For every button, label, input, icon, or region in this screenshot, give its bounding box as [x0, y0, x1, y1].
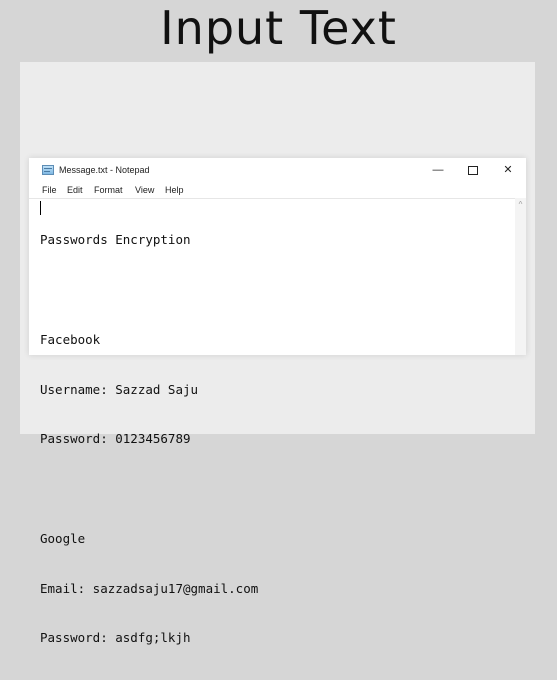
notepad-window: Message.txt - Notepad — ✕ File Edit Form… [29, 158, 526, 645]
maximize-button[interactable] [462, 162, 484, 178]
chevron-up-icon[interactable]: ^ [516, 201, 525, 209]
menu-bar: File Edit Format View Help [29, 183, 526, 197]
text-line: Password: asdfg;lkjh [40, 630, 191, 646]
maximize-icon [468, 166, 478, 175]
text-caret [40, 201, 41, 215]
text-line [40, 481, 258, 498]
text-line: Password: 0123456789 [40, 431, 191, 447]
menu-file[interactable]: File [42, 185, 57, 196]
menu-edit[interactable]: Edit [67, 185, 83, 196]
text-line: Google [40, 530, 86, 546]
text-editor[interactable]: Passwords Encryption Facebook Username: … [29, 198, 515, 645]
close-button[interactable]: ✕ [497, 162, 519, 178]
minimize-button[interactable]: — [427, 162, 449, 178]
window-title: Message.txt - Notepad [59, 165, 150, 175]
menu-view[interactable]: View [135, 185, 154, 196]
vertical-scrollbar[interactable]: ^ [515, 198, 526, 355]
page-heading: Input Text [160, 1, 397, 55]
menu-format[interactable]: Format [94, 185, 123, 196]
notepad-icon [42, 165, 54, 175]
text-line: Email: sazzadsaju17@gmail.com [40, 580, 259, 596]
menu-help[interactable]: Help [165, 185, 184, 196]
text-line: Username: Sazzad Saju [40, 381, 199, 397]
text-line: Facebook [40, 331, 101, 347]
text-line: Passwords Encryption [40, 232, 191, 248]
editor-content[interactable]: Passwords Encryption Facebook Username: … [40, 199, 258, 680]
text-line [40, 282, 258, 299]
title-bar[interactable]: Message.txt - Notepad — ✕ [29, 158, 526, 182]
